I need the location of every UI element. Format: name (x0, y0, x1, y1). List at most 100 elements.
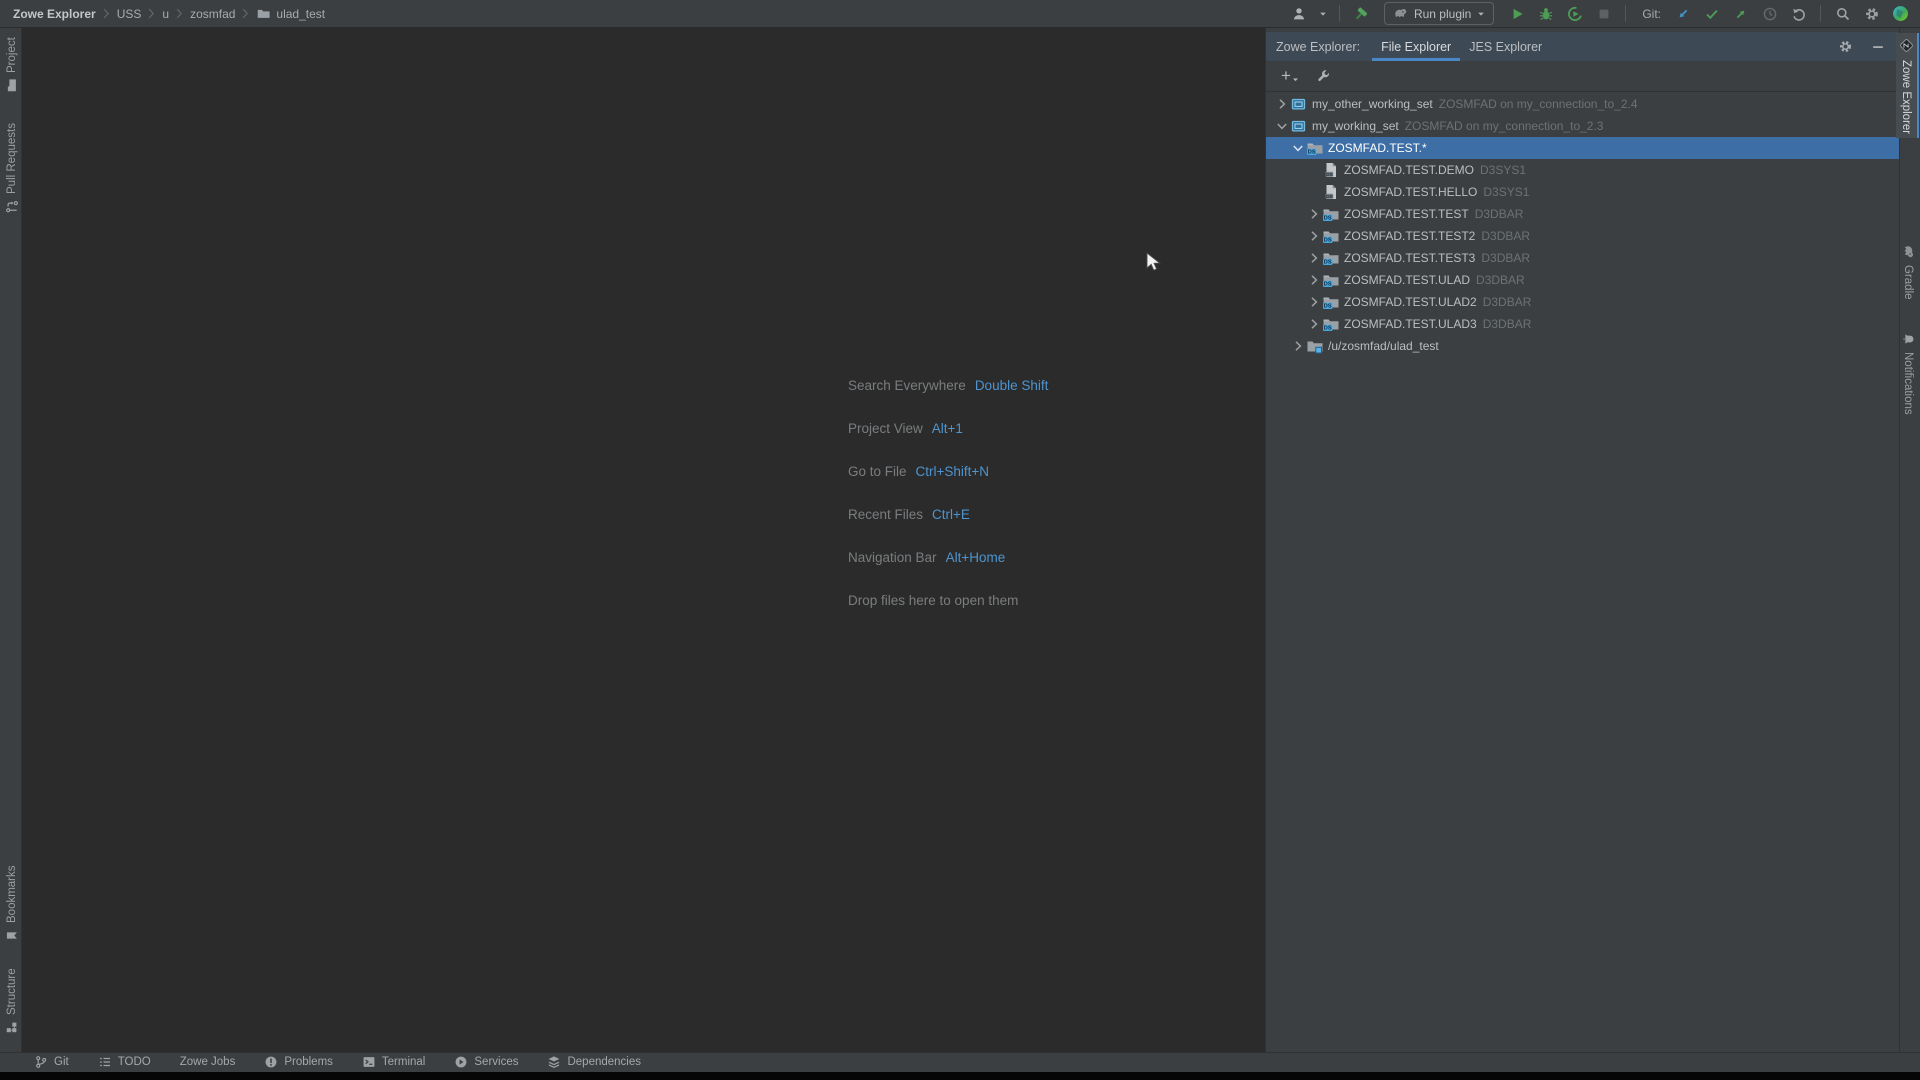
tree-row[interactable]: DSZOSMFAD.TEST.ULAD2D3DBAR (1266, 291, 1899, 313)
shortcut-hint-keys: Ctrl+E (932, 507, 970, 522)
git-label: Git: (1642, 7, 1661, 21)
tree-row-label: ZOSMFAD.TEST.TEST (1344, 207, 1469, 221)
tree-row-label: ZOSMFAD.TEST.DEMO (1344, 163, 1474, 177)
shortcut-hint-label: Go to File (848, 464, 907, 479)
stripe-button-label: Structure (6, 968, 18, 1015)
tree-row[interactable]: DSZOSMFAD.TEST.DEMOD3SYS1 (1266, 159, 1899, 181)
toolwindow-button-label: Terminal (382, 1056, 425, 1068)
undo-icon[interactable] (1789, 4, 1808, 23)
stripe-button-structure[interactable]: Structure (1, 964, 22, 1038)
tree-row[interactable]: DSZOSMFAD.TEST.ULAD3D3DBAR (1266, 313, 1899, 335)
chevron-down-icon (1477, 10, 1485, 18)
chevron-down-icon[interactable] (1290, 140, 1306, 156)
tree-row[interactable]: /u/zosmfad/ulad_test (1266, 335, 1899, 357)
stop-icon[interactable] (1594, 4, 1613, 23)
breadcrumb-item[interactable]: ulad_test (276, 7, 325, 21)
hide-minus-icon[interactable] (1871, 40, 1885, 54)
toolwindow-button-zowe-jobs[interactable]: Zowe Jobs (180, 1056, 236, 1068)
wrench-icon[interactable] (1316, 69, 1331, 84)
shortcut-hint-label: Navigation Bar (848, 550, 937, 565)
history-clock-icon[interactable] (1760, 4, 1779, 23)
chevron-right-icon[interactable] (1306, 316, 1322, 332)
toolbar-divider (1339, 5, 1340, 22)
breadcrumb-item[interactable]: Zowe Explorer (13, 7, 96, 21)
tree-row[interactable]: DSZOSMFAD.TEST.HELLOD3SYS1 (1266, 181, 1899, 203)
services-icon (454, 1055, 468, 1069)
tree-row[interactable]: my_working_setZOSMFAD on my_connection_t… (1266, 115, 1899, 137)
problems-icon (264, 1055, 278, 1069)
shortcut-hint-label: Drop files here to open them (848, 593, 1018, 608)
svg-text:DS: DS (1308, 150, 1316, 156)
run-configuration-select[interactable]: Run plugin (1384, 2, 1494, 25)
stripe-button-label: Zowe Explorer (1901, 60, 1913, 134)
toolwindow-button-label: Zowe Jobs (180, 1056, 236, 1068)
toolwindow-button-label: Services (474, 1056, 518, 1068)
stripe-button-project[interactable]: Project (1, 33, 22, 97)
settings-gear-icon[interactable] (1838, 39, 1853, 54)
breadcrumb-item[interactable]: USS (117, 7, 142, 21)
svg-text:DS: DS (1324, 304, 1332, 310)
run-icon[interactable] (1507, 4, 1526, 23)
dataset-tree: my_other_working_setZOSMFAD on my_connec… (1266, 93, 1899, 357)
toolwindow-button-problems[interactable]: Problems (264, 1055, 333, 1069)
breadcrumb-separator-icon (175, 8, 184, 19)
dataset-folder-icon: DS (1322, 206, 1341, 222)
breadcrumb-item[interactable]: u (162, 7, 169, 21)
git-push-icon[interactable] (1731, 4, 1750, 23)
stripe-button-zowe-explorer[interactable]: ZZowe Explorer (1896, 33, 1919, 138)
profile-avatar-icon[interactable] (1891, 4, 1910, 23)
chevron-spacer (1306, 184, 1322, 200)
chevron-spacer (1306, 162, 1322, 178)
stripe-button-label: Gradle (1903, 265, 1915, 300)
tree-row-badge: D3DBAR (1483, 317, 1532, 331)
build-hammer-icon[interactable] (1352, 4, 1371, 23)
shortcut-hint-keys: Ctrl+Shift+N (916, 464, 990, 479)
user-icon[interactable] (1290, 4, 1309, 23)
toolwindow-button-todo[interactable]: TODO (98, 1055, 151, 1069)
git-commit-icon[interactable] (1702, 4, 1721, 23)
toolwindow-button-services[interactable]: Services (454, 1055, 518, 1069)
chevron-right-icon[interactable] (1306, 294, 1322, 310)
toolwindow-button-git[interactable]: Git (34, 1055, 69, 1069)
explorer-tabs: File ExplorerJES Explorer (1372, 32, 1551, 61)
toolwindow-button-dependencies[interactable]: Dependencies (547, 1055, 641, 1069)
breadcrumb-item[interactable]: zosmfad (190, 7, 235, 21)
dataset-folder-icon: DS (1322, 272, 1341, 288)
chevron-right-icon[interactable] (1274, 96, 1290, 112)
editor-area[interactable]: Search EverywhereDouble ShiftProject Vie… (22, 28, 1265, 1052)
tree-row[interactable]: DSZOSMFAD.TEST.* (1266, 137, 1899, 159)
search-icon[interactable] (1833, 4, 1852, 23)
uss-folder-icon (1306, 338, 1325, 354)
git-update-icon[interactable] (1673, 4, 1692, 23)
tree-row[interactable]: DSZOSMFAD.TEST.ULADD3DBAR (1266, 269, 1899, 291)
debug-icon[interactable] (1536, 4, 1555, 23)
tree-row[interactable]: DSZOSMFAD.TEST.TEST3D3DBAR (1266, 247, 1899, 269)
dataset-folder-icon: DS (1322, 316, 1341, 332)
tab-jes-explorer[interactable]: JES Explorer (1460, 32, 1551, 61)
tree-row[interactable]: DSZOSMFAD.TEST.TESTD3DBAR (1266, 203, 1899, 225)
structure-icon (5, 1021, 18, 1034)
add-icon[interactable]: + (1281, 69, 1299, 83)
breadcrumb-separator-icon (102, 8, 111, 19)
chevron-right-icon[interactable] (1290, 338, 1306, 354)
tab-file-explorer[interactable]: File Explorer (1372, 32, 1460, 61)
dataset-folder-icon: DS (1322, 250, 1341, 266)
stripe-button-bookmarks[interactable]: Bookmarks (1, 861, 22, 946)
tree-row[interactable]: DSZOSMFAD.TEST.TEST2D3DBAR (1266, 225, 1899, 247)
settings-gear-icon[interactable] (1862, 4, 1881, 23)
chevron-right-icon[interactable] (1306, 206, 1322, 222)
stripe-button-notifications[interactable]: Notifications (1898, 328, 1919, 419)
stripe-button-pull-requests[interactable]: Pull Requests (1, 119, 22, 218)
breadcrumb-separator-icon (241, 8, 250, 19)
tree-row[interactable]: my_other_working_setZOSMFAD on my_connec… (1266, 93, 1899, 115)
chevron-down-icon[interactable] (1274, 118, 1290, 134)
stripe-button-gradle[interactable]: Gradle (1898, 240, 1919, 304)
chevron-right-icon[interactable] (1306, 228, 1322, 244)
right-tool-stripe (1899, 28, 1920, 1052)
tool-window-actions (1838, 39, 1899, 54)
chevron-right-icon[interactable] (1306, 250, 1322, 266)
chevron-right-icon[interactable] (1306, 272, 1322, 288)
bookmark-icon (5, 929, 19, 942)
coverage-icon[interactable] (1565, 4, 1584, 23)
toolwindow-button-terminal[interactable]: Terminal (362, 1055, 425, 1069)
